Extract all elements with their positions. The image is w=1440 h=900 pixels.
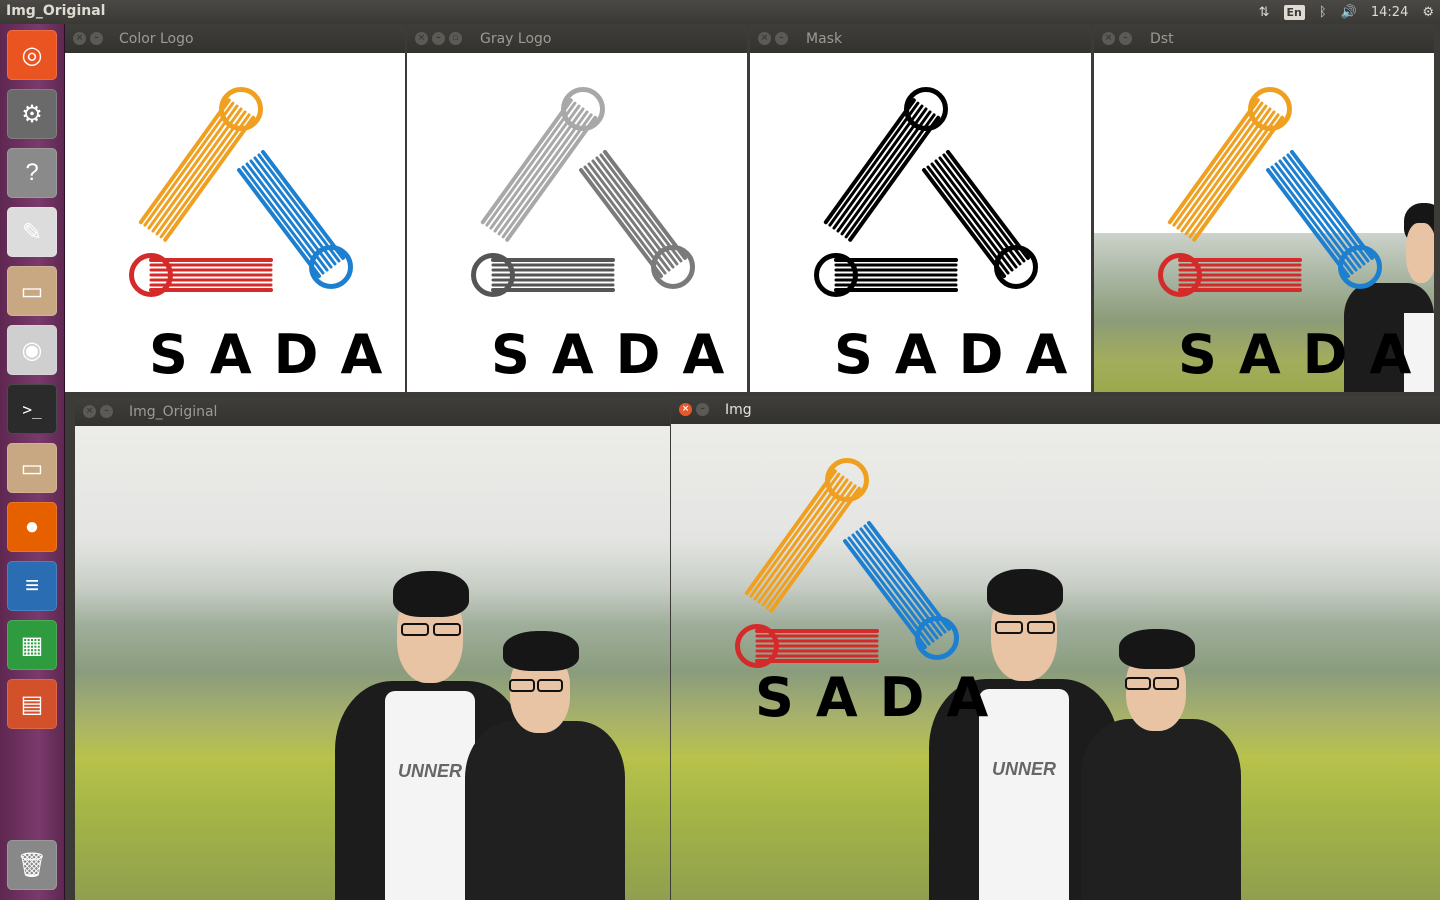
- close-icon[interactable]: ×: [758, 32, 771, 45]
- close-icon[interactable]: ×: [73, 32, 86, 45]
- clock[interactable]: 14:24: [1371, 5, 1408, 20]
- person-woman: [455, 631, 635, 900]
- window-color-logo[interactable]: × – Color Logo SADA: [65, 25, 405, 392]
- files-icon[interactable]: ▭: [7, 266, 57, 316]
- book-shape: [1167, 87, 1292, 242]
- logo-text: SADA: [149, 323, 405, 386]
- titlebar[interactable]: × – Dst: [1094, 25, 1434, 53]
- logo-text: SADA: [834, 323, 1090, 386]
- top-panel: Img_Original ⇅ En ᛒ 🔊 14:24 ⚙: [0, 0, 1440, 24]
- close-icon[interactable]: ×: [679, 403, 692, 416]
- window-title: Dst: [1150, 31, 1174, 47]
- book-shape: [129, 253, 273, 297]
- bluetooth-icon[interactable]: ᛒ: [1319, 5, 1327, 20]
- window-title: Img_Original: [129, 404, 218, 420]
- system-settings-icon[interactable]: ⚙: [7, 89, 57, 139]
- network-icon[interactable]: ⇅: [1259, 5, 1270, 20]
- book-shape: [823, 87, 948, 242]
- maximize-icon[interactable]: ▫: [449, 32, 462, 45]
- book-shape: [744, 458, 869, 613]
- image-canvas: SADA: [65, 53, 405, 392]
- launcher: ◎ ⚙? ✎ ▭ ◉ >_ ▭ ● ≡ ▦ ▤ 🗑: [0, 24, 65, 900]
- files-icon[interactable]: ▭: [7, 443, 57, 493]
- close-icon[interactable]: ×: [415, 32, 428, 45]
- book-shape: [814, 253, 958, 297]
- book-shape: [480, 87, 605, 242]
- titlebar[interactable]: × – Img: [671, 396, 1440, 424]
- logo-text: SADA: [491, 323, 747, 386]
- close-icon[interactable]: ×: [83, 405, 96, 418]
- text-editor-icon[interactable]: ✎: [7, 207, 57, 257]
- trash-icon[interactable]: 🗑: [7, 840, 57, 890]
- image-canvas: SADA: [1094, 53, 1434, 392]
- minimize-icon[interactable]: –: [432, 32, 445, 45]
- titlebar[interactable]: × – Mask: [750, 25, 1091, 53]
- volume-icon[interactable]: 🔊: [1341, 5, 1357, 20]
- minimize-icon[interactable]: –: [1119, 32, 1132, 45]
- logo-text: SADA: [755, 666, 1011, 729]
- keyboard-layout-indicator[interactable]: En: [1283, 4, 1305, 20]
- minimize-icon[interactable]: –: [90, 32, 103, 45]
- terminal-icon[interactable]: >_: [7, 384, 57, 434]
- help-icon[interactable]: ?: [7, 148, 57, 198]
- system-tray: ⇅ En ᛒ 🔊 14:24 ⚙: [1259, 0, 1434, 24]
- window-dst[interactable]: × – Dst SADA: [1094, 25, 1434, 392]
- close-icon[interactable]: ×: [1102, 32, 1115, 45]
- titlebar[interactable]: × – Img_Original: [75, 398, 670, 426]
- book-shape: [471, 253, 615, 297]
- titlebar[interactable]: × – ▫ Gray Logo: [407, 25, 747, 53]
- window-title: Mask: [806, 31, 843, 47]
- book-shape: [138, 87, 263, 242]
- window-title: Color Logo: [119, 31, 194, 47]
- writer-icon[interactable]: ≡: [7, 561, 57, 611]
- image-canvas: UNNER SADA: [671, 424, 1440, 900]
- active-window-title: Img_Original: [6, 3, 106, 19]
- impress-icon[interactable]: ▤: [7, 679, 57, 729]
- window-gray-logo[interactable]: × – ▫ Gray Logo SADA: [407, 25, 747, 392]
- calc-icon[interactable]: ▦: [7, 620, 57, 670]
- book-shape: [1158, 253, 1302, 297]
- logo-text: SADA: [1178, 323, 1434, 386]
- titlebar[interactable]: × – Color Logo: [65, 25, 405, 53]
- window-title: Gray Logo: [480, 31, 552, 47]
- window-title: Img: [725, 402, 752, 418]
- window-img-original[interactable]: × – Img_Original UNNER: [75, 398, 670, 900]
- image-canvas: UNNER: [75, 426, 670, 900]
- image-canvas: SADA: [750, 53, 1091, 392]
- ubuntu-dash-icon[interactable]: ◎: [7, 30, 57, 80]
- minimize-icon[interactable]: –: [696, 403, 709, 416]
- image-canvas: SADA: [407, 53, 747, 392]
- person-woman: [1071, 629, 1251, 900]
- minimize-icon[interactable]: –: [100, 405, 113, 418]
- window-mask[interactable]: × – Mask SADA: [750, 25, 1091, 392]
- book-shape: [735, 624, 879, 668]
- minimize-icon[interactable]: –: [775, 32, 788, 45]
- window-img[interactable]: × – Img UNNER SADA: [671, 396, 1440, 900]
- gear-icon[interactable]: ⚙: [1422, 5, 1434, 20]
- camera-icon[interactable]: ◉: [7, 325, 57, 375]
- firefox-icon[interactable]: ●: [7, 502, 57, 552]
